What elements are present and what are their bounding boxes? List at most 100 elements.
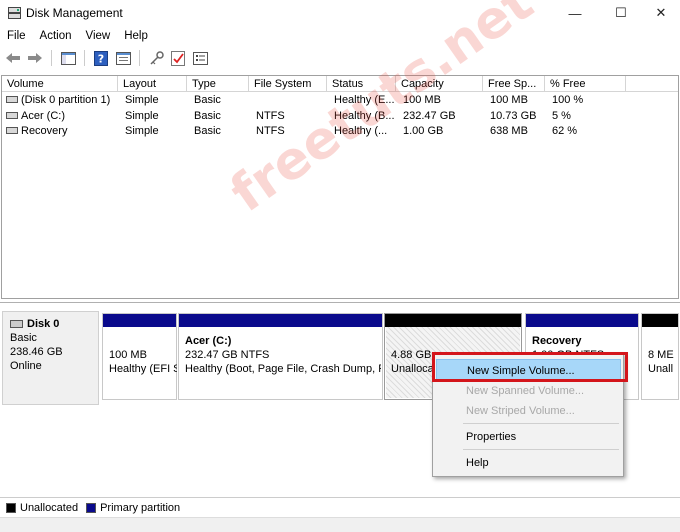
- checklist-icon[interactable]: [169, 49, 187, 67]
- file-system-cell: NTFS: [256, 110, 285, 122]
- title-bar: Disk Management — ☐ ✕: [0, 0, 680, 26]
- unallocated-swatch: [6, 502, 16, 513]
- column-header-free-space[interactable]: Free Sp...: [483, 76, 545, 92]
- type-cell: Basic: [194, 125, 221, 137]
- unallocated-bar: [642, 314, 678, 327]
- menu-item-new-spanned-volume[interactable]: New Spanned Volume...: [436, 380, 621, 401]
- volume-cell: Acer (C:): [21, 110, 65, 122]
- volume-list: Volume Layout Type File System Status Ca…: [1, 75, 679, 299]
- column-header-blank: [626, 76, 678, 92]
- minimize-button[interactable]: —: [552, 0, 598, 26]
- partition-status: Unall: [648, 363, 674, 375]
- close-button[interactable]: ✕: [638, 0, 680, 26]
- file-system-cell: [251, 94, 327, 109]
- disk-status: Online: [10, 360, 42, 372]
- free-space-cell: 638 MB: [490, 125, 528, 137]
- status-bar: [0, 517, 680, 532]
- menu-help[interactable]: Help: [117, 27, 155, 46]
- partition-status: Healthy (EFI S: [109, 363, 177, 375]
- disk-size: 238.46 GB: [10, 346, 63, 358]
- partition-text: 8 ME Unall: [648, 348, 678, 376]
- column-header-layout[interactable]: Layout: [118, 76, 187, 92]
- file-system-cell: NTFS: [256, 125, 285, 137]
- column-header-volume[interactable]: Volume: [2, 76, 118, 92]
- menu-view[interactable]: View: [79, 27, 118, 46]
- disk-name-row: Disk 0: [10, 318, 98, 332]
- menu-file[interactable]: File: [0, 27, 33, 46]
- partition-status: Healthy (Boot, Page File, Crash Dump, P: [185, 363, 381, 375]
- partition-title: [109, 334, 177, 348]
- capacity-cell: 232.47 GB: [403, 110, 456, 122]
- free-space-cell: 100 MB: [490, 94, 528, 106]
- percent-free-cell: 62 %: [552, 125, 578, 137]
- menu-action[interactable]: Action: [33, 27, 79, 46]
- partition-size: 232.47 GB NTFS: [185, 349, 270, 361]
- help-icon[interactable]: ?: [92, 49, 110, 67]
- disk-name: Disk 0: [27, 318, 60, 330]
- column-header-file-system[interactable]: File System: [249, 76, 327, 92]
- menu-item-help[interactable]: Help: [436, 452, 621, 473]
- menu-item-new-simple-volume[interactable]: New Simple Volume...: [436, 359, 621, 380]
- primary-partition-bar: [179, 314, 382, 327]
- toolbar-separator: [51, 50, 52, 66]
- toolbar-separator: [139, 50, 140, 66]
- menu-separator: [463, 423, 619, 424]
- partition-efi[interactable]: 100 MB Healthy (EFI S: [102, 313, 177, 400]
- percent-free-cell: 5 %: [552, 110, 571, 122]
- disk-icon: [10, 320, 23, 328]
- primary-partition-bar: [526, 314, 638, 327]
- partition-text: 4.88 GB Unalloca: [391, 348, 435, 376]
- legend: Unallocated Primary partition: [0, 497, 680, 517]
- partition-text: Acer (C:) 232.47 GB NTFS Healthy (Boot, …: [185, 334, 381, 376]
- console-tree-icon[interactable]: [59, 49, 77, 67]
- menu-separator: [463, 449, 619, 450]
- key-icon[interactable]: [147, 49, 165, 67]
- volume-cell: (Disk 0 partition 1): [21, 94, 111, 106]
- column-header-capacity[interactable]: Capacity: [396, 76, 483, 92]
- disk-type: Basic: [10, 332, 37, 344]
- svg-text:?: ?: [98, 52, 104, 65]
- menu-item-properties[interactable]: Properties: [436, 426, 621, 447]
- legend-primary: Primary partition: [100, 501, 181, 514]
- layout-cell: Simple: [125, 110, 159, 122]
- capacity-cell: 1.00 GB: [403, 125, 444, 137]
- legend-unallocated: Unallocated: [20, 501, 79, 514]
- status-cell: Healthy (E...: [334, 94, 395, 106]
- primary-swatch: [86, 502, 97, 513]
- layout-cell: Simple: [125, 94, 159, 106]
- toolbar-separator: [84, 50, 85, 66]
- partition-title: Acer (C:): [185, 335, 232, 347]
- forward-arrow-icon[interactable]: [26, 49, 44, 67]
- percent-free-cell: 100 %: [552, 94, 584, 106]
- status-cell: Healthy (B...: [334, 110, 395, 122]
- column-header-type[interactable]: Type: [187, 76, 249, 92]
- window-title: Disk Management: [26, 6, 123, 20]
- volume-cell: Recovery: [21, 125, 68, 137]
- partition-size: 100 MB: [109, 349, 147, 361]
- list-view-icon[interactable]: [191, 49, 209, 67]
- toolbar: ?: [0, 47, 680, 69]
- partition-acer-c[interactable]: Acer (C:) 232.47 GB NTFS Healthy (Boot, …: [178, 313, 383, 400]
- partition-text: 100 MB Healthy (EFI S: [109, 334, 177, 376]
- menu-bar: File Action View Help: [0, 27, 680, 46]
- context-menu: New Simple Volume... New Spanned Volume.…: [432, 353, 624, 477]
- column-header-status[interactable]: Status: [327, 76, 396, 92]
- disk-management-app-icon: [8, 7, 21, 19]
- status-cell: Healthy (...: [334, 125, 388, 137]
- partition-size: 8 ME: [648, 349, 674, 361]
- partition-status: Unalloca: [391, 363, 434, 375]
- primary-partition-bar: [103, 314, 176, 327]
- unallocated-bar: [385, 314, 521, 327]
- column-header-percent-free[interactable]: % Free: [545, 76, 626, 92]
- partition-title: Recovery: [532, 335, 582, 347]
- partition-unallocated-end[interactable]: 8 ME Unall: [641, 313, 679, 400]
- type-cell: Basic: [194, 110, 221, 122]
- layout-cell: Simple: [125, 125, 159, 137]
- partition-size: 4.88 GB: [391, 349, 432, 361]
- disk-0-label[interactable]: Disk 0 Basic 238.46 GB Online: [2, 311, 99, 405]
- back-arrow-icon[interactable]: [4, 49, 22, 67]
- free-space-cell: 10.73 GB: [490, 110, 537, 122]
- menu-item-new-striped-volume[interactable]: New Striped Volume...: [436, 400, 621, 421]
- type-cell: Basic: [194, 94, 221, 106]
- properties-icon[interactable]: [114, 49, 132, 67]
